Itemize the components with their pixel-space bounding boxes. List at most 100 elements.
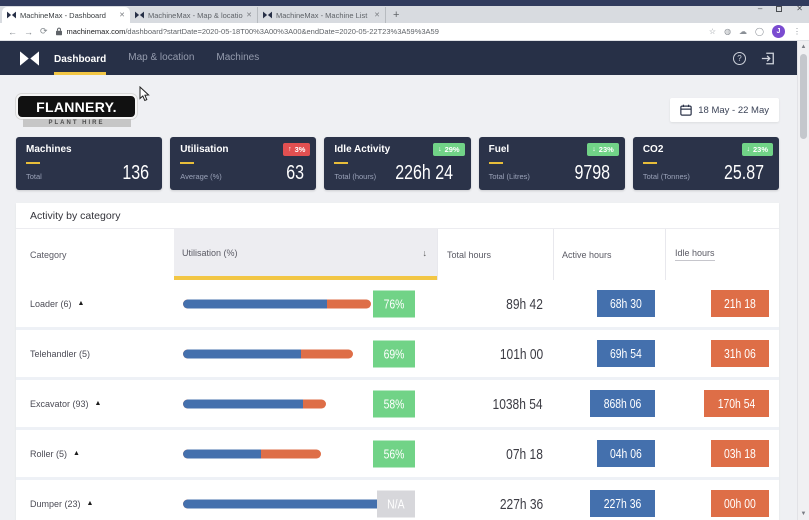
kpi-title: CO2 [643,144,664,155]
category-cell: Dumper (23)▲ [16,480,174,520]
idle-hours-badge: 00h 00 [711,490,769,517]
address-bar[interactable]: machinemax.com/dashboard?startDate=2020-… [55,27,702,36]
extension-icon-b[interactable]: ☁ [739,27,747,36]
extension-icon-a[interactable]: ◍ [724,27,731,36]
page-scrollbar[interactable]: ▲ ▼ [797,41,809,520]
nav-item-machines[interactable]: Machines [216,41,259,75]
browser-menu-icon[interactable]: ⋮ [793,27,801,36]
active-hours-cell: 868h 06 [553,380,665,427]
new-tab-button[interactable]: + [393,9,399,23]
utilisation-cell: N/A [174,480,437,520]
column-header-category[interactable]: Category [16,229,174,280]
kpi-accent-dash [489,162,503,164]
panel-title: Activity by category [16,203,779,228]
kpi-label: Average (%) [180,172,222,181]
column-header-utilisation[interactable]: Utilisation (%) ↓ [174,229,437,280]
date-range-picker[interactable]: 18 May - 22 May [670,98,779,122]
kpi-trend-badge: ↓29% [433,143,465,156]
utilisation-bar [183,299,371,308]
idle-hours-badge: 31h 06 [711,340,769,367]
machinemax-favicon [263,11,272,19]
utilisation-bar [183,399,326,408]
kpi-row: Machines Total 136 Utilisation ↑3% Avera… [16,137,779,190]
idle-hours-badge: 21h 18 [711,290,769,317]
logout-icon[interactable] [761,52,775,65]
warning-icon: ▲ [73,450,80,457]
minimize-button[interactable]: – [758,4,762,13]
utilisation-badge: 69% [373,340,415,367]
tab-close-icon[interactable]: ✕ [119,11,125,19]
kpi-title: Idle Activity [334,144,390,155]
bookmark-star-icon[interactable]: ☆ [709,27,716,36]
scroll-up-icon[interactable]: ▲ [798,41,809,53]
tab-machine-list[interactable]: MachineMax - Machine List ✕ [258,7,386,23]
close-window-button[interactable]: ✕ [796,4,803,13]
nav-item-dashboard[interactable]: Dashboard [54,41,106,75]
nav-item-map-location[interactable]: Map & location [128,41,194,75]
utilisation-bar [183,349,353,358]
total-hours-cell: 101h 00 [437,330,553,377]
utilisation-bar [183,449,321,458]
kpi-value: 63 [286,162,304,185]
extension-icon-c[interactable]: ◯ [755,27,764,36]
column-header-label: Idle hours [675,248,715,261]
column-header-idle-hours[interactable]: Idle hours [665,229,779,280]
down-arrow-icon: ↓ [592,146,596,153]
utilisation-badge: N/A [377,490,415,517]
back-button[interactable]: ← [8,27,17,37]
active-hours-badge: 227h 36 [590,490,655,517]
column-header-label: Utilisation (%) [182,248,238,258]
table-row-roller[interactable]: Roller (5)▲ 56% 07h 18 04h 06 03h 18 [16,430,779,480]
app-navbar: Dashboard Map & location Machines ? [0,41,809,75]
up-arrow-icon: ↑ [288,146,292,153]
total-hours-cell: 89h 42 [437,280,553,327]
kpi-label: Total (Tonnes) [643,172,690,181]
active-hours-cell: 68h 30 [553,280,665,327]
table-row-dumper[interactable]: Dumper (23)▲ N/A 227h 36 227h 36 00h 00 [16,480,779,520]
url-text: machinemax.com/dashboard?startDate=2020-… [67,27,439,36]
active-hours-cell: 69h 54 [553,330,665,377]
utilisation-bar [183,499,383,508]
active-bar-segment [183,449,261,458]
kpi-card-fuel: Fuel ↓23% Total (Litres) 9798 [479,137,625,190]
active-bar-segment [183,499,383,508]
profile-avatar[interactable]: J [772,25,785,38]
machinemax-logo[interactable] [20,51,39,66]
tab-title: MachineMax - Map & locations [148,11,243,20]
tab-close-icon[interactable]: ✕ [374,11,380,19]
tab-close-icon[interactable]: ✕ [246,11,252,19]
window-controls: – ✕ [758,4,803,13]
kpi-card-machines: Machines Total 136 [16,137,162,190]
kpi-accent-dash [334,162,348,164]
dashboard-content: FLANNERY. PLANT HIRE 18 May - 22 May Mac… [0,75,809,520]
kpi-label: Total (Litres) [489,172,530,181]
sort-down-icon[interactable]: ↓ [423,248,428,258]
screen: MachineMax - Dashboard ✕ MachineMax - Ma… [0,0,809,520]
kpi-title: Machines [26,144,72,155]
table-header-row: Category Utilisation (%) ↓ Total hours A… [16,228,779,280]
kpi-accent-dash [180,162,194,164]
column-header-total-hours[interactable]: Total hours [437,229,553,280]
table-row-loader[interactable]: Loader (6)▲ 76% 89h 42 68h 30 21h 18 [16,280,779,330]
reload-button[interactable]: ⟳ [40,26,48,37]
scroll-down-icon[interactable]: ▼ [798,508,809,520]
active-hours-cell: 227h 36 [553,480,665,520]
help-icon[interactable]: ? [733,52,746,65]
scrollbar-thumb[interactable] [800,54,807,139]
forward-button[interactable]: → [24,27,33,37]
maximize-button[interactable] [776,6,782,12]
column-header-active-hours[interactable]: Active hours [553,229,665,280]
active-hours-cell: 04h 06 [553,430,665,477]
idle-hours-badge: 170h 54 [704,390,769,417]
tab-dashboard[interactable]: MachineMax - Dashboard ✕ [2,7,130,23]
warning-icon: ▲ [87,500,94,507]
total-hours-cell: 1038h 54 [437,380,553,427]
utilisation-cell: 58% [174,380,437,427]
flannery-logo: FLANNERY. PLANT HIRE [16,94,137,127]
table-row-excavator[interactable]: Excavator (93)▲ 58% 1038h 54 868h 06 170… [16,380,779,430]
active-hours-badge: 69h 54 [597,340,655,367]
table-row-telehandler[interactable]: Telehandler (5)▲ 69% 101h 00 69h 54 31h … [16,330,779,380]
tab-map-locations[interactable]: MachineMax - Map & locations ✕ [130,7,258,23]
down-arrow-icon: ↓ [747,146,751,153]
toolbar-right: ☆ ◍ ☁ ◯ J ⋮ [709,25,801,38]
